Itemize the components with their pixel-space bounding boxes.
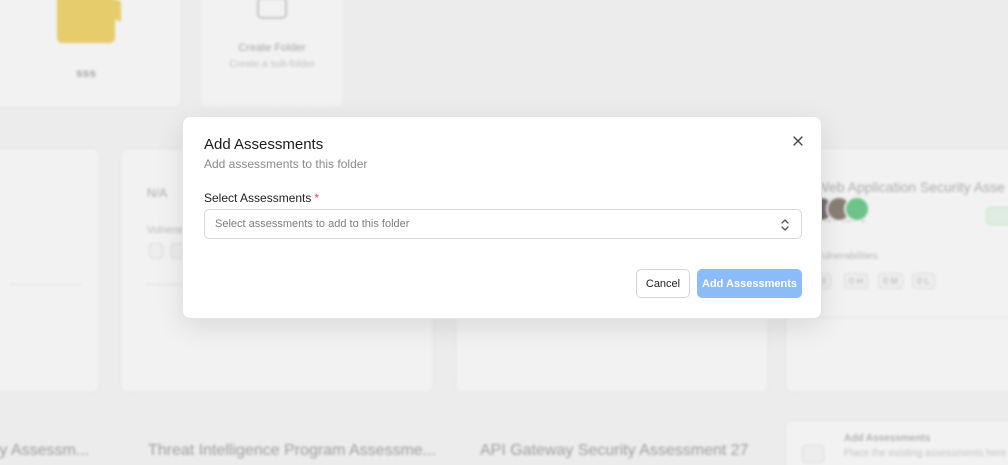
- dialog-title: Add Assessments: [204, 136, 324, 153]
- close-icon: [793, 136, 803, 146]
- cancel-button[interactable]: Cancel: [636, 269, 690, 298]
- close-button[interactable]: [789, 132, 807, 150]
- required-marker: *: [314, 191, 320, 205]
- add-assessments-dialog: Add Assessments Add assessments to this …: [182, 116, 822, 319]
- add-assessments-button[interactable]: Add Assessments: [697, 269, 802, 298]
- dialog-description: Add assessments to this folder: [204, 157, 368, 171]
- field-label-text: Select Assessments: [204, 191, 312, 205]
- select-placeholder: Select assessments to add to this folder: [215, 218, 410, 230]
- chevron-up-down-icon: [781, 219, 789, 231]
- select-assessments-dropdown[interactable]: Select assessments to add to this folder: [204, 209, 802, 239]
- select-assessments-label: Select Assessments *: [204, 191, 319, 205]
